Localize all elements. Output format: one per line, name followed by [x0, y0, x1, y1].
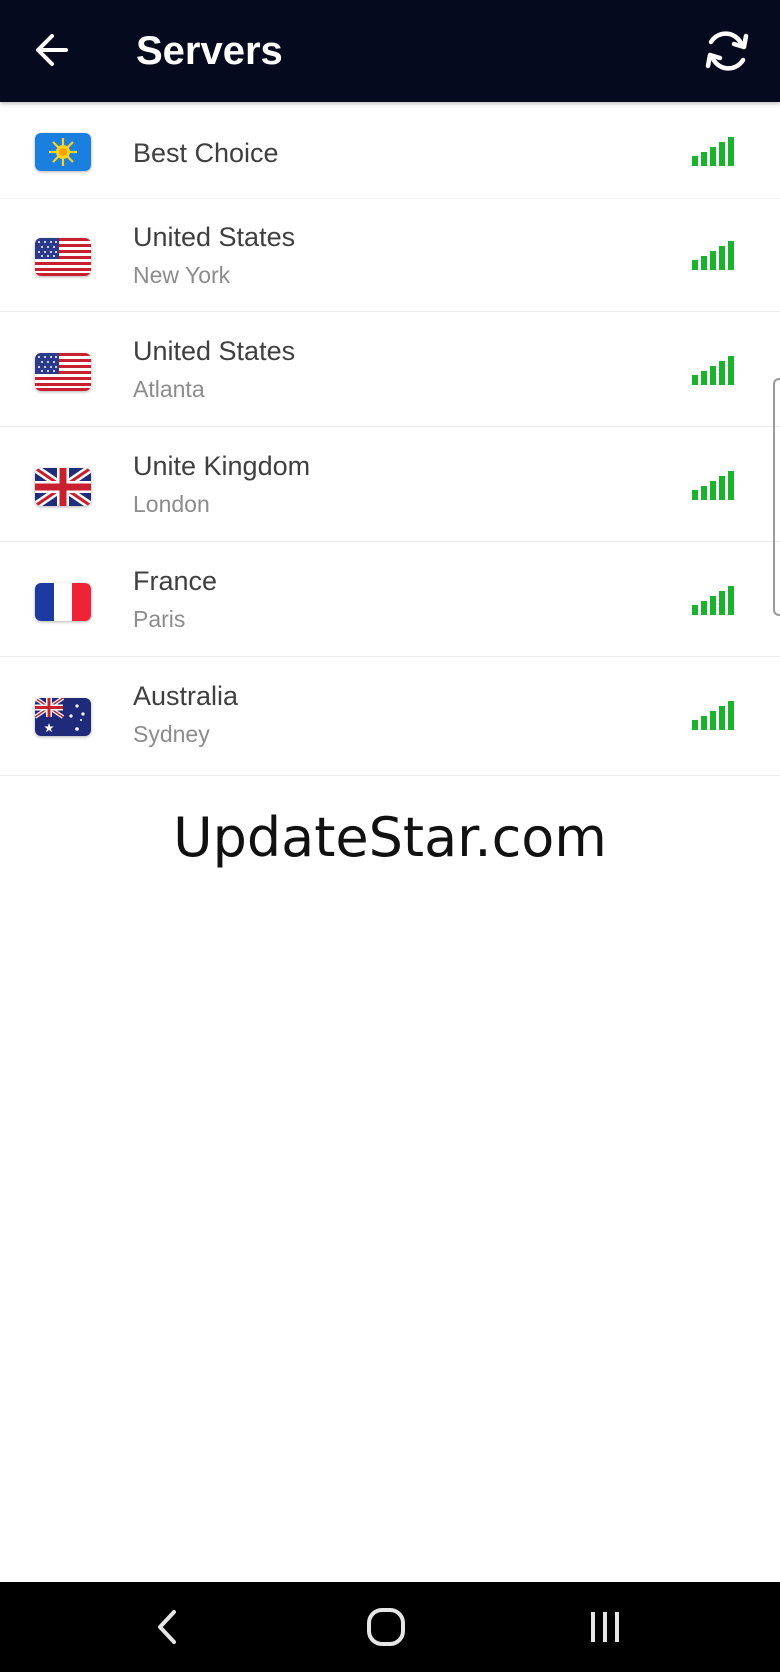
nav-back-button[interactable] — [144, 1602, 194, 1652]
signal-bars-icon — [692, 471, 734, 500]
nav-recents-icon — [591, 1612, 619, 1642]
server-city: New York — [133, 262, 231, 288]
server-name: Best Choice — [133, 138, 279, 168]
server-row-us-atlanta[interactable]: United States Atlanta — [0, 312, 780, 427]
server-name: Australia — [133, 681, 239, 711]
server-city: Sydney — [133, 721, 210, 747]
page-title: Servers — [136, 29, 283, 73]
refresh-icon — [705, 31, 749, 71]
au-flag-icon — [35, 698, 91, 736]
signal-bars-icon — [692, 701, 734, 730]
uk-flag-icon — [35, 468, 91, 506]
fr-flag-icon — [35, 583, 91, 621]
nav-back-icon — [158, 1610, 176, 1644]
watermark: UpdateStar.com — [173, 806, 607, 869]
server-city: Paris — [133, 606, 186, 632]
server-city: Atlanta — [133, 376, 205, 402]
nav-recents-button[interactable] — [580, 1602, 630, 1652]
server-row-uk-london[interactable]: Unite Kingdom London — [0, 427, 780, 542]
arrow-left-icon — [36, 34, 68, 66]
nav-home-button[interactable] — [361, 1602, 411, 1652]
server-row-best-choice[interactable]: Best Choice — [0, 102, 780, 199]
refresh-button[interactable] — [700, 24, 754, 78]
sun-flag-icon — [35, 133, 91, 171]
server-name: France — [133, 566, 218, 596]
signal-bars-icon — [692, 137, 734, 166]
back-button[interactable] — [30, 24, 78, 76]
server-row-france-paris[interactable]: France Paris — [0, 542, 780, 657]
server-city: London — [133, 491, 210, 517]
nav-home-icon — [367, 1608, 405, 1646]
signal-bars-icon — [692, 586, 734, 615]
app-bar: Servers — [0, 0, 780, 102]
system-nav-bar — [0, 1582, 780, 1672]
server-name: United States — [133, 222, 296, 252]
server-name: United States — [133, 336, 296, 366]
server-row-us-new-york[interactable]: United States New York — [0, 198, 780, 312]
server-name: Unite Kingdom — [133, 451, 311, 481]
signal-bars-icon — [692, 241, 734, 270]
server-row-australia-sydney[interactable]: Australia Sydney — [0, 657, 780, 776]
us-flag-icon — [35, 238, 91, 276]
scroll-indicator[interactable] — [773, 378, 780, 616]
us-flag-icon — [35, 353, 91, 391]
signal-bars-icon — [692, 356, 734, 385]
